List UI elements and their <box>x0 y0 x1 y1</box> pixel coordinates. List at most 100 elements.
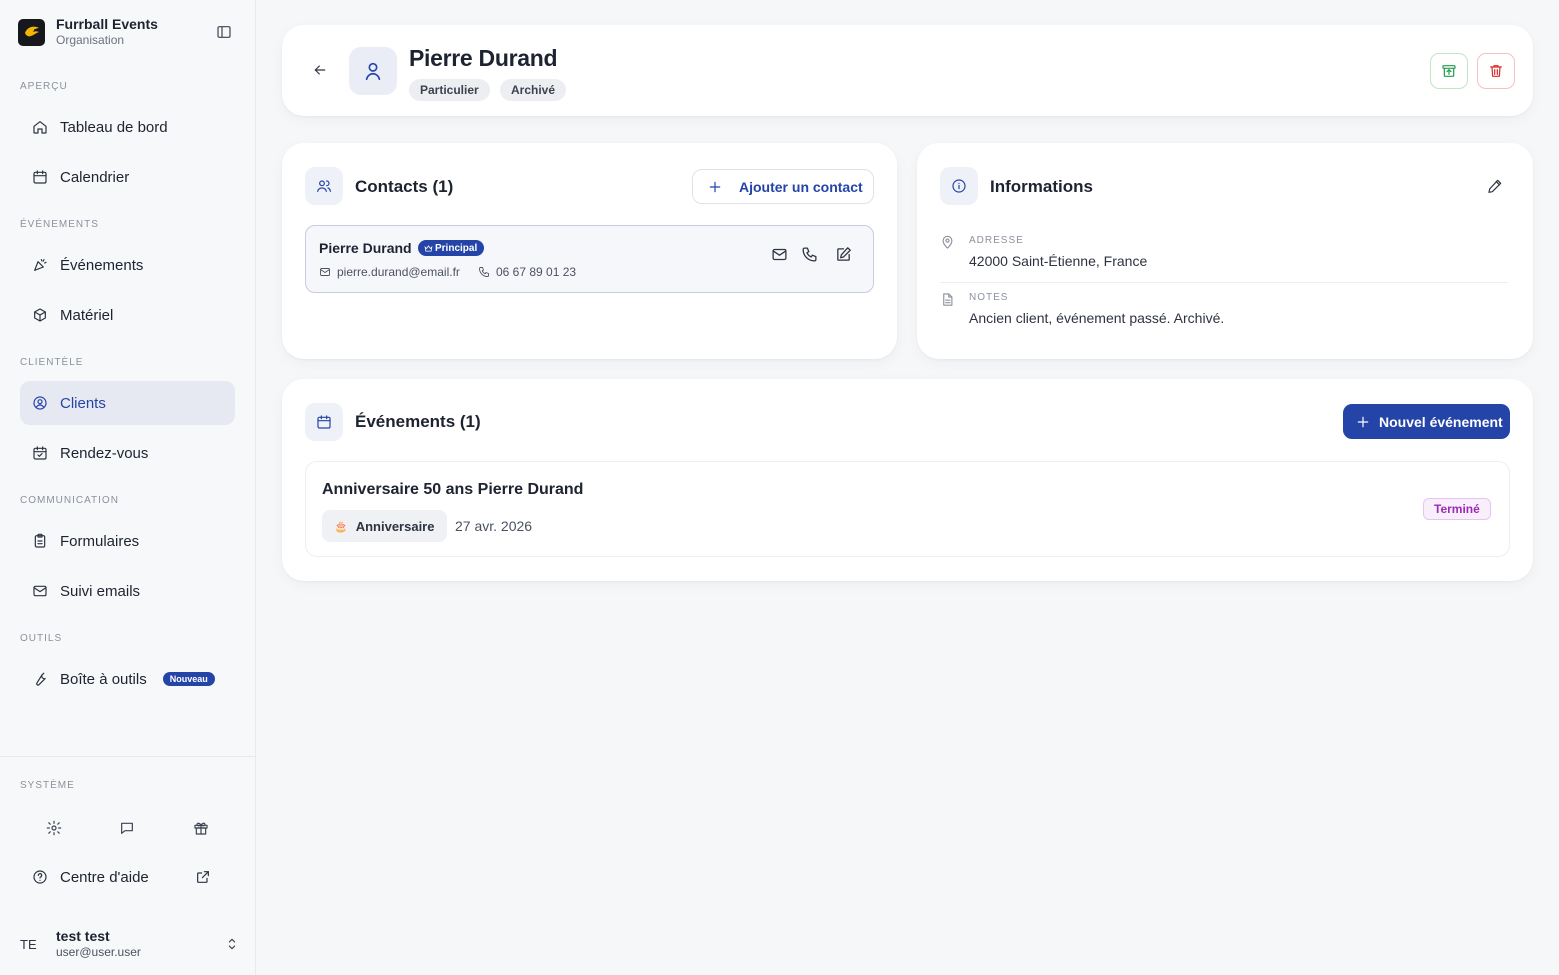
birthday-cake-icon: 🎂 <box>334 520 348 533</box>
client-type-tag: Particulier <box>409 79 490 101</box>
user-email: user@user.user <box>56 945 141 959</box>
sidebar-item-label: Événements <box>60 256 144 274</box>
status-badge: Terminé <box>1423 498 1491 520</box>
box-icon <box>32 307 48 323</box>
sidebar-item-label: Calendrier <box>60 168 130 186</box>
new-badge: Nouveau <box>162 672 215 686</box>
sidebar-item-forms[interactable]: Formulaires <box>20 519 235 563</box>
sidebar: Furrball Events Organisation APERÇU Tabl… <box>0 0 256 975</box>
client-user-icon <box>349 47 397 95</box>
sidebar-item-help[interactable]: Centre d'aide <box>20 856 235 898</box>
information-title: Informations <box>990 177 1093 196</box>
chevron-up-down-icon <box>224 936 240 952</box>
contact-row[interactable]: Pierre Durand Principal pierre.durand@em… <box>305 225 874 293</box>
send-email-icon[interactable] <box>771 246 788 263</box>
sidebar-item-toolbox[interactable]: Boîte à outils Nouveau <box>20 657 235 701</box>
call-phone-icon[interactable] <box>801 246 818 263</box>
event-row[interactable]: Anniversaire 50 ans Pierre Durand 🎂 Anni… <box>305 461 1510 557</box>
client-header: Pierre Durand Particulier Archivé <box>282 25 1533 116</box>
party-icon <box>32 257 48 273</box>
edit-pencil-icon[interactable] <box>1487 178 1503 194</box>
sidebar-item-calendar[interactable]: Calendrier <box>20 155 235 199</box>
section-label-events: ÉVÉNEMENTS <box>20 219 99 230</box>
contact-name: Pierre Durand <box>319 240 412 256</box>
event-type-label: Anniversaire <box>355 518 435 534</box>
wrench-icon <box>32 671 48 687</box>
section-label-clients: CLIENTÈLE <box>20 357 84 368</box>
document-icon <box>940 292 955 307</box>
help-circle-icon <box>32 869 48 885</box>
sidebar-item-label: Rendez-vous <box>60 444 149 462</box>
sidebar-item-appointments[interactable]: Rendez-vous <box>20 431 235 475</box>
plus-icon <box>1355 414 1371 430</box>
sidebar-item-label: Matériel <box>60 306 114 324</box>
back-arrow-icon[interactable] <box>312 62 328 78</box>
settings-gear-icon[interactable] <box>46 820 62 836</box>
calendar-icon <box>305 403 343 441</box>
event-title: Anniversaire 50 ans Pierre Durand <box>322 481 584 498</box>
phone-icon <box>478 266 490 278</box>
event-type-tag: 🎂 Anniversaire <box>322 510 448 542</box>
sidebar-item-equipment[interactable]: Matériel <box>20 293 235 337</box>
events-card: Événements (1) Nouvel événement Annivers… <box>282 379 1533 581</box>
add-contact-label: Ajouter un contact <box>739 178 863 195</box>
contact-phone: 06 67 89 01 23 <box>478 265 576 279</box>
brand-subtitle: Organisation <box>56 33 125 47</box>
event-date: 27 avr. 2026 <box>455 518 533 534</box>
user-menu[interactable]: TE test test user@user.user <box>20 925 240 963</box>
events-title: Événements (1) <box>355 412 481 431</box>
crown-icon <box>424 244 433 251</box>
clipboard-icon <box>32 533 48 549</box>
section-label-system: SYSTÈME <box>20 780 75 791</box>
brand-name: Furrball Events <box>56 16 158 32</box>
edit-contact-icon[interactable] <box>835 246 852 263</box>
sidebar-item-email-tracking[interactable]: Suivi emails <box>20 569 235 613</box>
new-event-button[interactable]: Nouvel événement <box>1343 404 1510 439</box>
new-event-label: Nouvel événement <box>1379 413 1503 430</box>
principal-badge-label: Principal <box>435 242 478 254</box>
sidebar-item-clients[interactable]: Clients <box>20 381 235 425</box>
page-title: Pierre Durand <box>409 45 558 71</box>
unarchive-button[interactable] <box>1430 53 1468 89</box>
add-contact-button[interactable]: Ajouter un contact <box>692 169 874 204</box>
mail-icon <box>319 266 331 278</box>
notes-label: NOTES <box>969 292 1009 303</box>
sidebar-divider <box>0 756 255 757</box>
notes-value: Ancien client, événement passé. Archivé. <box>969 310 1225 326</box>
info-divider <box>940 282 1508 283</box>
sidebar-item-events[interactable]: Événements <box>20 243 235 287</box>
gift-icon[interactable] <box>193 820 209 836</box>
sidebar-item-label: Formulaires <box>60 532 140 550</box>
sidebar-toggle-icon[interactable] <box>216 24 232 40</box>
address-value: 42000 Saint-Étienne, France <box>969 253 1148 269</box>
principal-badge: Principal <box>418 240 485 256</box>
contact-email: pierre.durand@email.fr <box>319 265 460 279</box>
section-label-communication: COMMUNICATION <box>20 495 119 506</box>
users-icon <box>305 167 343 205</box>
feedback-message-icon[interactable] <box>119 820 135 836</box>
avatar: TE <box>20 936 37 952</box>
delete-button[interactable] <box>1477 53 1515 89</box>
client-status-tag: Archivé <box>500 79 567 101</box>
user-circle-icon <box>32 395 48 411</box>
plus-icon <box>707 179 723 195</box>
map-pin-icon <box>940 235 955 250</box>
contact-phone-text: 06 67 89 01 23 <box>496 265 577 279</box>
external-link-icon <box>195 869 211 885</box>
contacts-title: Contacts (1) <box>355 177 454 196</box>
sidebar-item-label: Suivi emails <box>60 582 141 600</box>
section-label-tools: OUTILS <box>20 633 63 644</box>
home-icon <box>32 119 48 135</box>
brand[interactable]: Furrball Events Organisation <box>18 16 158 48</box>
mail-icon <box>32 583 48 599</box>
sidebar-item-dashboard[interactable]: Tableau de bord <box>20 105 235 149</box>
sidebar-item-label: Boîte à outils <box>60 670 147 688</box>
brand-logo-icon <box>18 18 45 46</box>
user-name: test test <box>56 928 110 944</box>
sidebar-item-label: Clients <box>60 394 106 412</box>
contact-email-text: pierre.durand@email.fr <box>337 265 460 279</box>
info-circle-icon <box>940 167 978 205</box>
help-label: Centre d'aide <box>60 868 149 886</box>
information-card: Informations ADRESSE 42000 Saint-Étienne… <box>917 143 1533 359</box>
contacts-card: Contacts (1) Ajouter un contact Pierre D… <box>282 143 897 359</box>
